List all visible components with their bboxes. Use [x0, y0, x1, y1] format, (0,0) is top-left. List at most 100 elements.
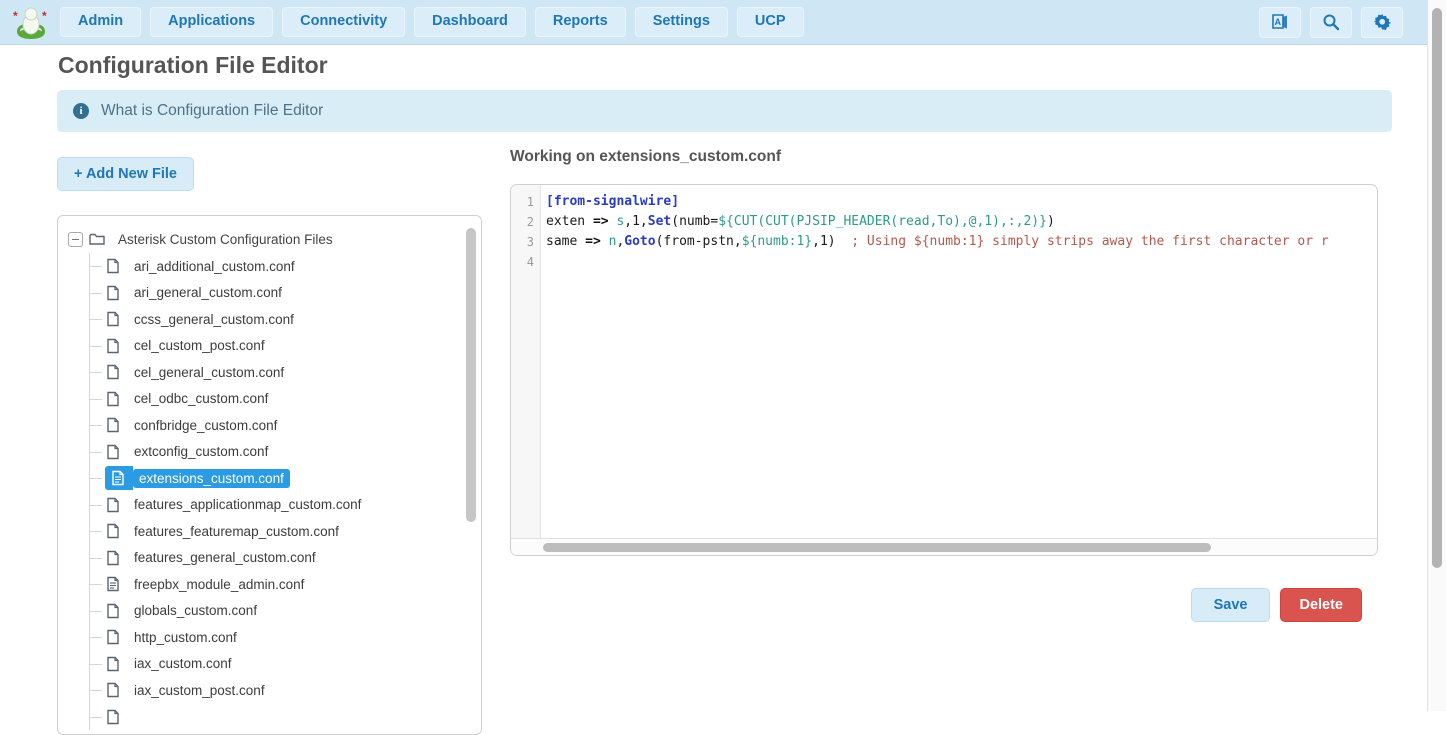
tree-item-icon-wrap: [105, 364, 128, 380]
tree-item-icon-wrap: [105, 417, 128, 433]
config-file-editor: 1234 [from-signalwire]exten => s,1,Set(n…: [510, 184, 1378, 556]
file-text-icon: [105, 576, 121, 592]
file-icon: [105, 550, 121, 566]
editor-actions: Save Delete: [510, 588, 1362, 622]
tree-root-node[interactable]: Asterisk Custom Configuration Files: [68, 225, 471, 253]
tree-item-label: iax_custom.conf: [128, 654, 238, 673]
file-text-icon: [110, 470, 126, 486]
tree-item-ari_additional_custom.conf[interactable]: ari_additional_custom.conf: [90, 253, 471, 280]
file-icon: [105, 338, 121, 354]
svg-text:A: A: [1275, 17, 1282, 27]
editor-horizontal-scrollbar[interactable]: [511, 538, 1377, 555]
gear-icon[interactable]: [1361, 7, 1403, 38]
nav-menu: Admin Applications Connectivity Dashboard Re…: [60, 7, 1259, 37]
line-number: 1: [511, 192, 540, 212]
line-number: 4: [511, 252, 540, 272]
language-icon[interactable]: A: [1259, 7, 1301, 38]
tree-item-icon-wrap: [105, 629, 128, 645]
tree-item-icon-wrap: [105, 444, 128, 460]
nav-item-connectivity[interactable]: Connectivity: [282, 7, 405, 37]
file-tree-panel: Asterisk Custom Configuration Files ari_…: [57, 215, 482, 735]
window-scrollbar-thumb[interactable]: [1432, 8, 1442, 568]
line-number: 3: [511, 232, 540, 252]
nav-item-dashboard[interactable]: Dashboard: [414, 7, 526, 37]
tree-item-label: confbridge_custom.conf: [128, 416, 283, 435]
file-icon: [105, 656, 121, 672]
tree-item-label: [128, 715, 140, 719]
tree-item-label: globals_custom.conf: [128, 601, 263, 620]
code-token-comment: ; Using ${numb:1} simply strips away the…: [851, 234, 1328, 249]
collapse-minus-icon[interactable]: [68, 232, 83, 247]
folder-icon: [89, 231, 105, 247]
nav-item-applications[interactable]: Applications: [150, 7, 273, 37]
tree-item-cel_general_custom.conf[interactable]: cel_general_custom.conf: [90, 359, 471, 386]
code-token-plain: same: [546, 234, 585, 249]
code-token-keyword: Goto: [624, 234, 655, 249]
tree-item-cel_custom_post.conf[interactable]: cel_custom_post.conf: [90, 333, 471, 360]
add-new-file-button[interactable]: + Add New File: [57, 157, 194, 191]
tree-item-features_featuremap_custom.conf[interactable]: features_featuremap_custom.conf: [90, 518, 471, 545]
code-line-1: [from-signalwire]: [546, 192, 1377, 212]
tree-item-icon-wrap: [105, 603, 128, 619]
line-number: 2: [511, 212, 540, 232]
file-icon: [105, 629, 121, 645]
tree-root-label: Asterisk Custom Configuration Files: [112, 230, 339, 249]
tree-item-label: ari_additional_custom.conf: [128, 257, 301, 276]
nav-item-admin[interactable]: Admin: [60, 7, 141, 37]
file-icon: [105, 709, 121, 725]
file-icon: [105, 444, 121, 460]
top-navbar: * * Admin Applications Connectivity Dashboa…: [0, 0, 1427, 45]
info-help-label: What is Configuration File Editor: [101, 102, 323, 120]
nav-item-ucp[interactable]: UCP: [737, 7, 804, 37]
tree-item-label: iax_custom_post.conf: [128, 681, 271, 700]
tree-item-label: cel_odbc_custom.conf: [128, 389, 274, 408]
tree-scrollbar-thumb[interactable]: [466, 228, 476, 522]
tree-item-label: cel_general_custom.conf: [128, 363, 290, 382]
tree-item-features_general_custom.conf[interactable]: features_general_custom.conf: [90, 545, 471, 572]
info-help-bar[interactable]: i What is Configuration File Editor: [57, 90, 1392, 132]
code-token-atom: ${numb:1}: [742, 234, 812, 249]
delete-button[interactable]: Delete: [1280, 588, 1362, 622]
tree-item-globals_custom.conf[interactable]: globals_custom.conf: [90, 598, 471, 625]
tree-item-cel_odbc_custom.conf[interactable]: cel_odbc_custom.conf: [90, 386, 471, 413]
code-token-atom: ${CUT(CUT(PJSIP_HEADER(read,To),@,1),:,2…: [718, 214, 1047, 229]
nav-item-settings[interactable]: Settings: [635, 7, 728, 37]
file-icon: [105, 391, 121, 407]
tree-item-features_applicationmap_custom.conf[interactable]: features_applicationmap_custom.conf: [90, 492, 471, 519]
file-icon: [105, 497, 121, 513]
tree-item-label: ccss_general_custom.conf: [128, 310, 300, 329]
tree-item-label: http_custom.conf: [128, 628, 243, 647]
code-token-keyword: Set: [648, 214, 671, 229]
tree-item-icon-wrap: [105, 576, 128, 592]
tree-item-label: features_featuremap_custom.conf: [128, 522, 345, 541]
tree-item-extconfig_custom.conf[interactable]: extconfig_custom.conf: [90, 439, 471, 466]
save-button[interactable]: Save: [1191, 588, 1271, 622]
tree-item-icon-wrap: [105, 466, 133, 490]
tree-item-iax_custom.conf[interactable]: iax_custom.conf: [90, 651, 471, 678]
code-area[interactable]: [from-signalwire]exten => s,1,Set(numb=$…: [541, 185, 1377, 538]
search-icon[interactable]: [1310, 7, 1352, 38]
code-token-op: =>: [585, 234, 601, 249]
editor-hscroll-thumb[interactable]: [543, 543, 1211, 552]
tree-item-http_custom.conf[interactable]: http_custom.conf: [90, 624, 471, 651]
code-token-plain: [836, 234, 852, 249]
tree-item-icon-wrap: [105, 311, 128, 327]
tree-item-ccss_general_custom.conf[interactable]: ccss_general_custom.conf: [90, 306, 471, 333]
window-scrollbar[interactable]: [1427, 0, 1446, 711]
file-icon: [105, 364, 121, 380]
page-title: Configuration File Editor: [58, 52, 328, 79]
tree-item-iax_custom_post.conf[interactable]: iax_custom_post.conf: [90, 677, 471, 704]
tree-item-ari_general_custom.conf[interactable]: ari_general_custom.conf: [90, 280, 471, 307]
tree-item-freepbx_module_admin.conf[interactable]: freepbx_module_admin.conf: [90, 571, 471, 598]
tree-item-confbridge_custom.conf[interactable]: confbridge_custom.conf: [90, 412, 471, 439]
tree-item-icon-wrap: [105, 656, 128, 672]
tree-item-extensions_custom.conf[interactable]: extensions_custom.conf: [90, 465, 471, 492]
code-token-plain: ,1,: [624, 214, 647, 229]
code-token-plain: (from-pstn,: [656, 234, 742, 249]
tree-item-partial[interactable]: [90, 704, 471, 731]
svg-text:*: *: [13, 9, 18, 23]
file-icon: [105, 311, 121, 327]
freepbx-logo-icon[interactable]: * *: [10, 3, 52, 41]
tree-item-label: freepbx_module_admin.conf: [128, 575, 310, 594]
nav-item-reports[interactable]: Reports: [535, 7, 626, 37]
